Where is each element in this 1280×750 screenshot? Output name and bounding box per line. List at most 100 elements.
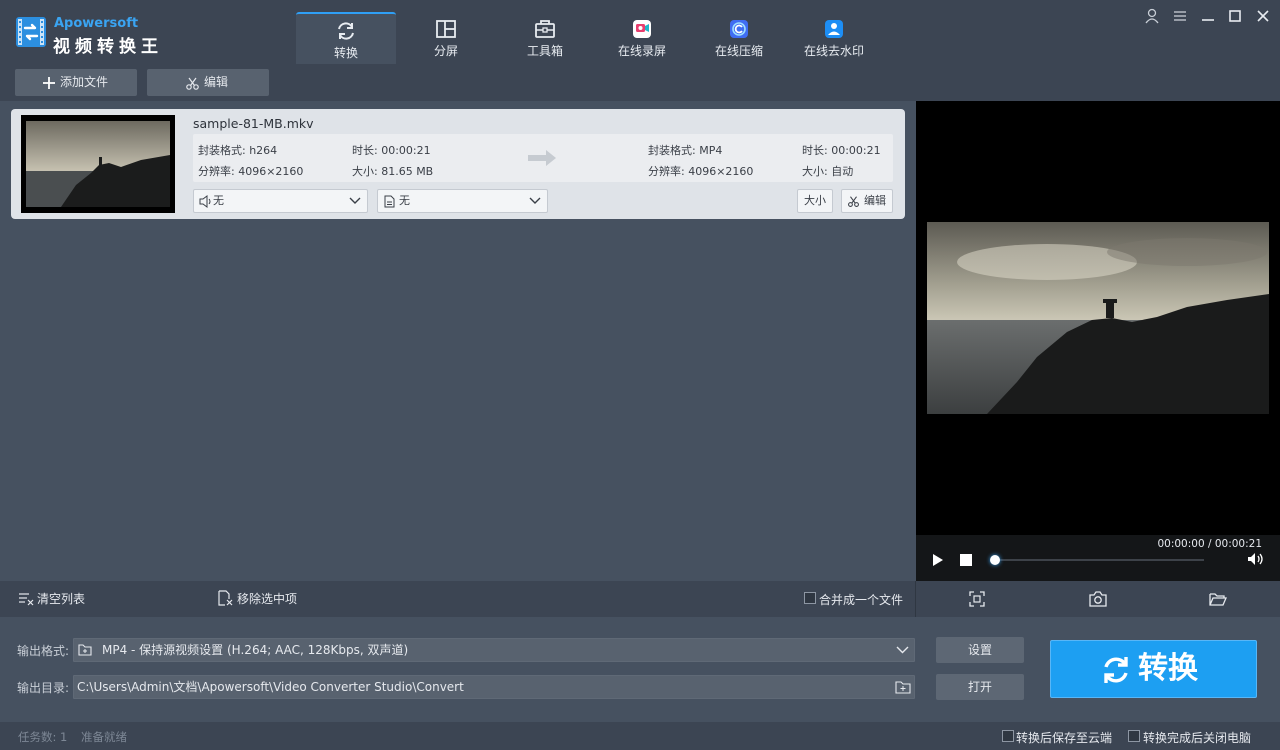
folder-icon (78, 644, 92, 656)
tab-convert[interactable]: 转换 (296, 12, 396, 64)
arrow-right-icon (528, 150, 556, 166)
output-dir-value: C:\Users\Admin\文档\Apowersoft\Video Conve… (77, 680, 464, 694)
app-logo (16, 17, 46, 47)
tab-toolbox-label: 工具箱 (526, 44, 563, 58)
add-file-label: 添加文件 (60, 75, 109, 89)
tab-online-watermark-label: 在线去水印 (803, 44, 864, 58)
target-resolution: 分辨率: 4096×2160 (648, 165, 754, 178)
add-file-button[interactable]: 添加文件 (15, 69, 137, 96)
maximize-icon[interactable] (1226, 7, 1244, 25)
tab-split-screen[interactable]: 分屏 (396, 12, 496, 64)
subtitle-select[interactable]: 无 (377, 189, 548, 213)
output-format-select[interactable]: MP4 - 保持源视频设置 (H.264; AAC, 128Kbps, 双声道) (73, 638, 915, 662)
play-icon[interactable] (932, 553, 944, 567)
fullscreen-icon[interactable] (969, 591, 985, 607)
source-resolution: 分辨率: 4096×2160 (198, 165, 304, 178)
tab-online-record[interactable]: 在线录屏 (592, 12, 692, 64)
convert-button-label: 转换 (1138, 651, 1198, 686)
tab-split-screen-label: 分屏 (433, 44, 458, 58)
shutdown-checkbox[interactable] (1128, 730, 1140, 742)
merge-checkbox[interactable] (804, 592, 816, 604)
task-count: 任务数: 1 (18, 730, 68, 744)
list-action-bar: 清空列表 移除选中项 合并成一个文件 (0, 581, 1280, 617)
browse-folder-icon[interactable] (895, 681, 911, 694)
save-cloud-label: 转换后保存至云端 (1016, 731, 1113, 745)
target-size: 大小: 自动 (802, 165, 854, 178)
split-screen-icon (436, 20, 456, 38)
toolbox-icon (535, 20, 555, 38)
seek-handle[interactable] (990, 555, 1000, 565)
film-swap-icon (18, 19, 44, 45)
speaker-icon (199, 195, 211, 208)
refresh-icon (1104, 657, 1128, 683)
audio-track-value: 无 (213, 194, 224, 207)
plus-icon (43, 77, 55, 89)
convert-button[interactable]: 转换 (1050, 640, 1257, 698)
output-format-value: MP4 - 保持源视频设置 (H.264; AAC, 128Kbps, 双声道) (102, 643, 409, 657)
target-format: 封装格式: MP4 (648, 144, 723, 157)
source-format: 封装格式: h264 (198, 144, 278, 157)
compress-icon (730, 20, 748, 38)
shutdown-label: 转换完成后关闭电脑 (1143, 731, 1252, 745)
scissors-icon (848, 196, 859, 207)
brand-name: Apowersoft (54, 16, 139, 31)
target-duration: 时长: 00:00:21 (802, 144, 881, 157)
source-size: 大小: 81.65 MB (352, 165, 434, 178)
output-dir-label: 输出目录: (17, 681, 70, 695)
minimize-icon[interactable] (1199, 7, 1217, 25)
tab-online-compress-label: 在线压缩 (714, 44, 763, 58)
camera-icon[interactable] (1089, 591, 1107, 607)
save-cloud-checkbox[interactable] (1002, 730, 1014, 742)
open-button[interactable]: 打开 (936, 674, 1024, 700)
edit-button[interactable]: 编辑 (147, 69, 269, 96)
status-text: 准备就绪 (81, 730, 127, 744)
remove-file-icon (218, 590, 233, 606)
app-name: 视频转换王 (53, 37, 163, 57)
volume-icon[interactable] (1247, 552, 1265, 566)
player-controls: 00:00:00 / 00:00:21 (916, 535, 1280, 581)
stop-icon[interactable] (960, 554, 972, 566)
file-list[interactable]: sample-81-MB.mkv 封装格式: h264 时长: 00:00:21… (0, 101, 915, 581)
user-icon[interactable] (1143, 7, 1161, 25)
tab-convert-label: 转换 (333, 46, 358, 60)
output-settings: 输出格式: MP4 - 保持源视频设置 (H.264; AAC, 128Kbps… (0, 617, 1280, 722)
item-edit-button[interactable]: 编辑 (841, 189, 893, 213)
divider (915, 581, 916, 617)
folder-open-icon[interactable] (1209, 592, 1227, 606)
chevron-down-icon (349, 197, 361, 204)
close-icon[interactable] (1254, 7, 1272, 25)
chevron-down-icon (529, 197, 541, 204)
tab-online-compress[interactable]: 在线压缩 (689, 12, 789, 64)
document-icon (384, 195, 395, 208)
tab-online-record-label: 在线录屏 (617, 44, 666, 58)
menu-icon[interactable] (1171, 7, 1189, 25)
status-bar: 任务数: 1 准备就绪 转换后保存至云端 转换完成后关闭电脑 (0, 722, 1280, 750)
file-name: sample-81-MB.mkv (193, 116, 314, 131)
preview-frame (927, 222, 1269, 414)
clear-list-icon (19, 593, 34, 606)
size-button[interactable]: 大小 (797, 189, 833, 213)
video-thumbnail (21, 115, 175, 213)
refresh-icon (338, 22, 354, 40)
tab-online-watermark[interactable]: 在线去水印 (784, 12, 884, 64)
scissors-icon (186, 77, 199, 90)
size-button-label: 大小 (804, 194, 826, 207)
toolbar: 添加文件 编辑 (0, 64, 1280, 101)
watermark-remove-icon (825, 20, 843, 38)
player-time: 00:00:00 / 00:00:21 (1157, 538, 1262, 550)
output-dir-input[interactable]: C:\Users\Admin\文档\Apowersoft\Video Conve… (73, 675, 915, 699)
video-preview[interactable]: 00:00:00 / 00:00:21 (916, 101, 1280, 581)
clear-list-button[interactable]: 清空列表 (37, 590, 85, 607)
file-item[interactable]: sample-81-MB.mkv 封装格式: h264 时长: 00:00:21… (11, 109, 905, 219)
seek-bar[interactable] (994, 559, 1204, 561)
tab-toolbox[interactable]: 工具箱 (495, 12, 595, 64)
output-format-label: 输出格式: (17, 644, 70, 658)
audio-track-select[interactable]: 无 (193, 189, 368, 213)
merge-label: 合并成一个文件 (819, 593, 904, 607)
subtitle-value: 无 (399, 194, 410, 207)
item-edit-label: 编辑 (864, 194, 886, 207)
title-bar: Apowersoft 视频转换王 转换 分屏 工具箱 在线录屏 在线压缩 在线去… (0, 0, 1280, 64)
remove-selected-button[interactable]: 移除选中项 (237, 590, 297, 607)
settings-button[interactable]: 设置 (936, 637, 1024, 663)
chevron-down-icon (896, 646, 909, 654)
